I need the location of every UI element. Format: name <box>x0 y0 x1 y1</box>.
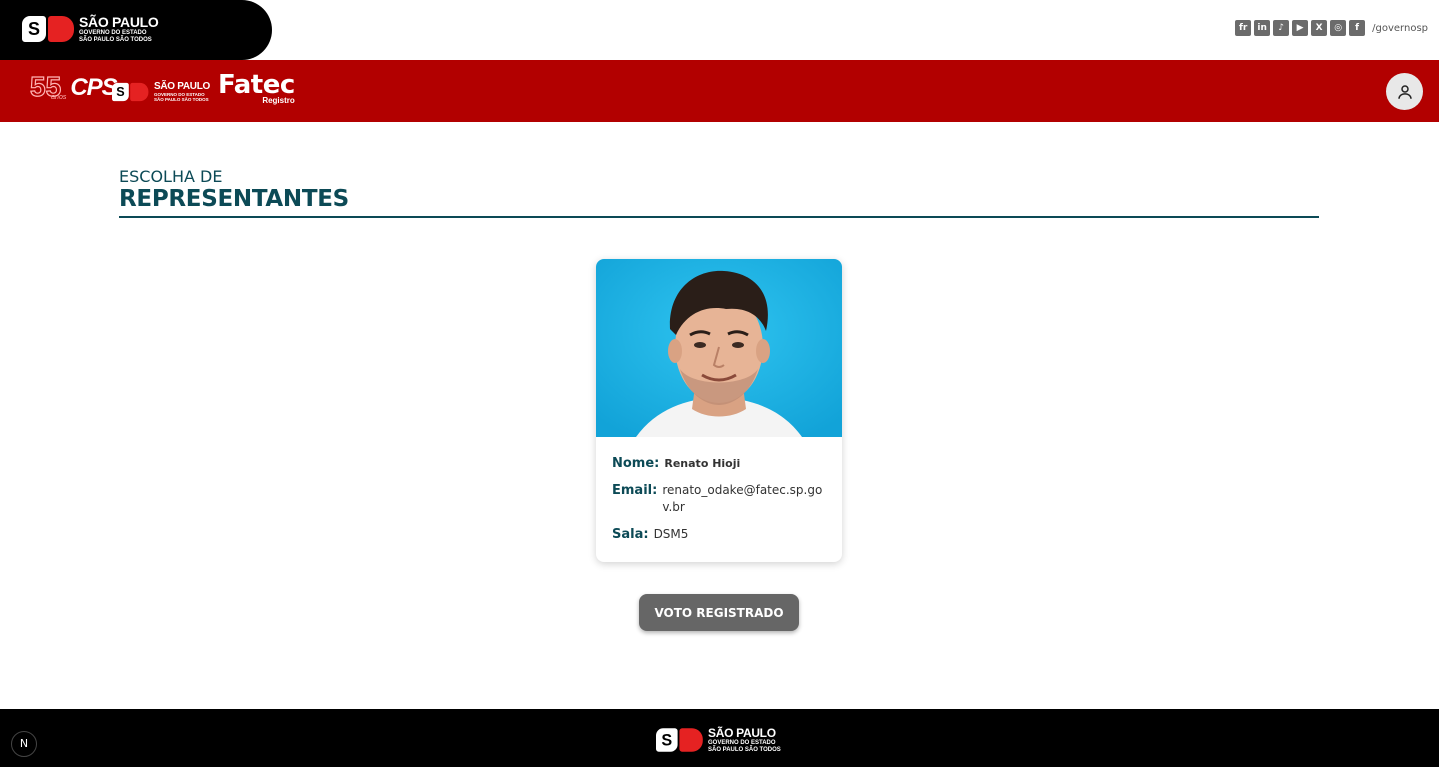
x-icon[interactable]: X <box>1311 20 1328 36</box>
top-bar: S SÃO PAULO GOVERNO DO ESTADO SÃO PAULO … <box>0 0 1439 60</box>
header-logo-title: SÃO PAULO <box>154 80 211 92</box>
dev-tools-badge[interactable]: N <box>11 731 37 757</box>
room-label: Sala: <box>612 527 649 542</box>
logo-title: SÃO PAULO <box>79 14 159 30</box>
footer-logo-title: SÃO PAULO <box>708 726 776 740</box>
candidate-email: renato_odake@fatec.sp.gov.br <box>662 483 823 514</box>
logo-subtitle: GOVERNO DO ESTADO <box>79 30 147 36</box>
main-header <box>0 60 1439 122</box>
user-icon <box>1397 84 1412 99</box>
fatec-logo[interactable]: Fatec Registro <box>218 70 295 105</box>
vote-registered-button[interactable]: VOTO REGISTRADO <box>639 594 799 631</box>
candidate-details: Nome: Renato Hioji Email: renato_odake@f… <box>596 437 842 543</box>
sp-government-logo[interactable]: S SÃO PAULO GOVERNO DO ESTADO SÃO PAULO … <box>22 15 159 43</box>
candidate-room: DSM5 <box>653 527 689 541</box>
candidate-card[interactable]: Nome: Renato Hioji Email: renato_odake@f… <box>596 259 842 562</box>
cps-logo[interactable]: 55 anos CPS <box>29 72 117 101</box>
email-label: Email: <box>612 483 658 498</box>
header-logo-slogan: SÃO PAULO SÃO TODOS <box>154 97 209 102</box>
page-heading: ESCOLHA DE REPRESENTANTES <box>119 168 1319 218</box>
cps-name: CPS <box>70 74 117 101</box>
youtube-icon[interactable]: ▶ <box>1292 20 1309 36</box>
candidate-email-row: Email: renato_odake@fatec.sp.gov.br <box>612 482 826 516</box>
social-handle[interactable]: /governosp <box>1372 23 1428 34</box>
sp-mark-icon: S <box>656 728 703 752</box>
candidate-photo <box>596 259 842 437</box>
logo-slogan: SÃO PAULO SÃO TODOS <box>79 37 152 43</box>
page-title: REPRESENTANTES <box>119 186 349 212</box>
footer-logo-subtitle: GOVERNO DO ESTADO <box>708 740 776 746</box>
sp-mark-icon: S <box>112 82 149 102</box>
flickr-icon[interactable]: fr <box>1235 20 1252 36</box>
footer-logo-slogan: SÃO PAULO SÃO TODOS <box>708 747 781 753</box>
footer-sp-logo[interactable]: S SÃO PAULO GOVERNO DO ESTADO SÃO PAULO … <box>656 727 781 753</box>
instagram-icon[interactable]: ◎ <box>1330 20 1347 36</box>
user-account-button[interactable] <box>1386 73 1423 110</box>
cps-anos: anos <box>51 94 67 101</box>
name-label: Nome: <box>612 456 660 471</box>
tiktok-icon[interactable]: ♪ <box>1273 20 1290 36</box>
linkedin-icon[interactable]: in <box>1254 20 1271 36</box>
top-brand-panel: S SÃO PAULO GOVERNO DO ESTADO SÃO PAULO … <box>0 0 272 60</box>
sp-mark-icon: S <box>22 16 74 42</box>
candidate-name: Renato Hioji <box>664 457 741 470</box>
candidate-room-row: Sala: DSM5 <box>612 526 826 543</box>
social-links: fr in ♪ ▶ X ◎ f /governosp <box>1235 20 1428 36</box>
heading-small: ESCOLHA DE <box>119 167 223 186</box>
header-sp-logo[interactable]: S SÃO PAULO GOVERNO DO ESTADO SÃO PAULO … <box>112 79 210 105</box>
facebook-icon[interactable]: f <box>1349 20 1366 36</box>
candidate-name-row: Nome: Renato Hioji <box>612 455 826 472</box>
footer: S SÃO PAULO GOVERNO DO ESTADO SÃO PAULO … <box>0 709 1439 767</box>
